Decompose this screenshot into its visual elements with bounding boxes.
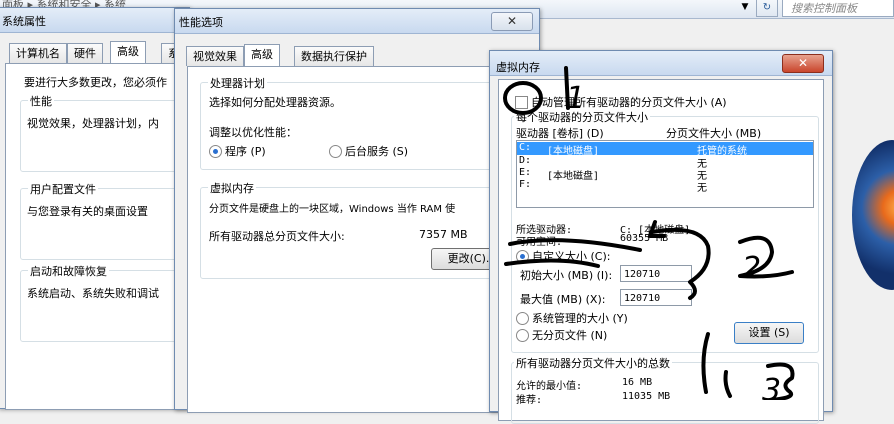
annotation-stroke-3a [701,332,710,394]
annotation-step-2: 2 [742,251,761,286]
annotation-step-3: 3 [762,373,781,400]
annotation-step-1: 1 [566,81,585,116]
annotation-stroke-3b [723,370,732,398]
annotation-underline-2 [504,258,600,268]
annotation-underline [508,238,642,252]
annotation-arrow-curve [650,227,711,300]
handwritten-annotations: 1 2 3 [503,66,795,400]
annotation-circle [503,81,543,115]
